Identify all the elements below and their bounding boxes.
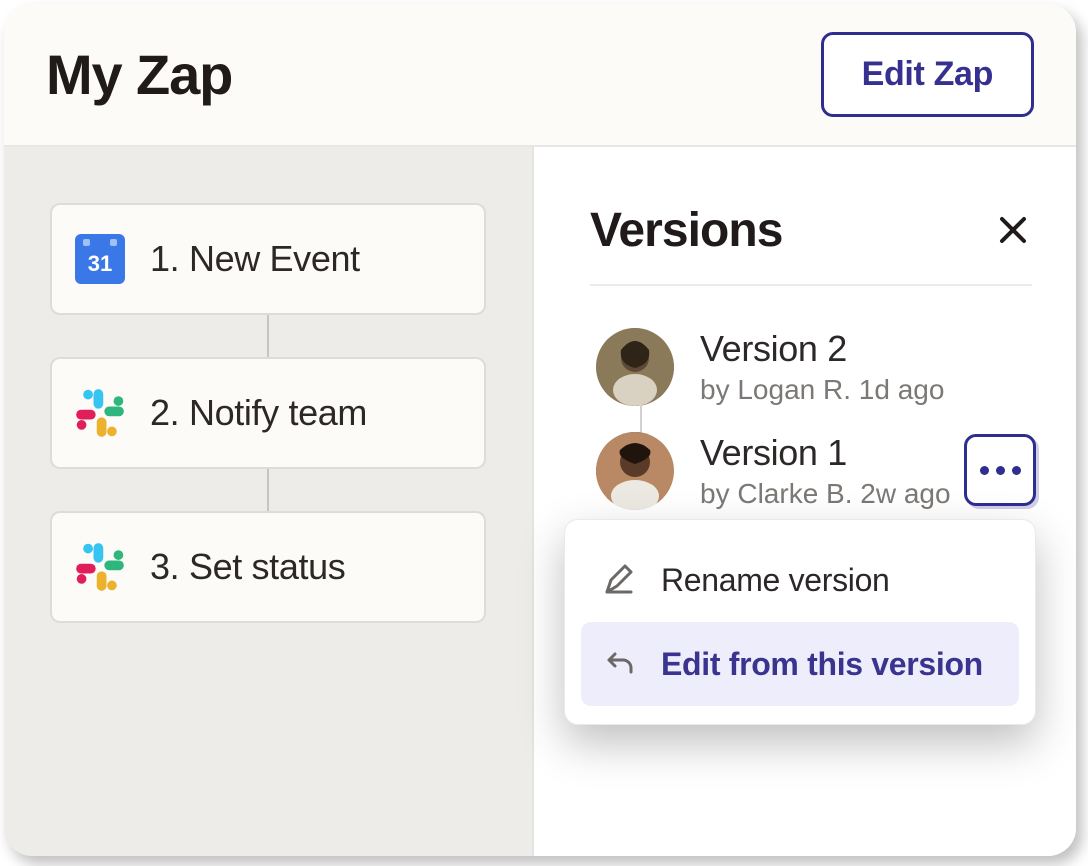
- close-icon[interactable]: [994, 206, 1032, 256]
- slack-icon: [74, 387, 126, 439]
- step-label: 1. New Event: [150, 238, 360, 280]
- google-calendar-icon: 31: [74, 233, 126, 285]
- step-label: 2. Notify team: [150, 392, 367, 434]
- version-list: Version 2 by Logan R. 1d ago: [590, 328, 1032, 510]
- pencil-icon: [599, 560, 639, 600]
- menu-item-label: Edit from this version: [661, 646, 983, 683]
- zap-canvas: 31 1. New Event: [4, 147, 532, 856]
- zap-step[interactable]: 31 1. New Event: [50, 203, 486, 315]
- versions-panel: Versions: [532, 147, 1076, 856]
- app-header: My Zap Edit Zap: [4, 4, 1076, 147]
- avatar: [596, 432, 674, 510]
- versions-header: Versions: [590, 203, 1032, 286]
- step-list: 31 1. New Event: [50, 203, 486, 623]
- edit-from-version-item[interactable]: Edit from this version: [581, 622, 1019, 706]
- zap-step[interactable]: 3. Set status: [50, 511, 486, 623]
- version-context-menu: Rename version Edit from this version: [564, 519, 1036, 725]
- version-info: Version 1 by Clarke B. 2w ago: [700, 432, 951, 510]
- version-row[interactable]: Version 1 by Clarke B. 2w ago: [596, 432, 1032, 510]
- undo-icon: [599, 644, 639, 684]
- version-name: Version 1: [700, 432, 951, 474]
- step-connector: [267, 315, 269, 357]
- menu-item-label: Rename version: [661, 562, 890, 599]
- step-label: 3. Set status: [150, 546, 345, 588]
- versions-title: Versions: [590, 203, 782, 258]
- avatar: [596, 328, 674, 406]
- version-row[interactable]: Version 2 by Logan R. 1d ago: [596, 328, 1032, 406]
- slack-icon: [74, 541, 126, 593]
- version-name: Version 2: [700, 328, 944, 370]
- page-title: My Zap: [46, 42, 232, 107]
- version-info: Version 2 by Logan R. 1d ago: [700, 328, 944, 406]
- app-window: My Zap Edit Zap 31 1. New Event: [4, 4, 1076, 856]
- version-more-button[interactable]: [964, 434, 1036, 506]
- version-byline: by Logan R. 1d ago: [700, 374, 944, 406]
- step-connector: [267, 469, 269, 511]
- version-byline: by Clarke B. 2w ago: [700, 478, 951, 510]
- rename-version-item[interactable]: Rename version: [581, 538, 1019, 622]
- edit-zap-button[interactable]: Edit Zap: [821, 32, 1034, 117]
- zap-step[interactable]: 2. Notify team: [50, 357, 486, 469]
- main-columns: 31 1. New Event: [4, 147, 1076, 856]
